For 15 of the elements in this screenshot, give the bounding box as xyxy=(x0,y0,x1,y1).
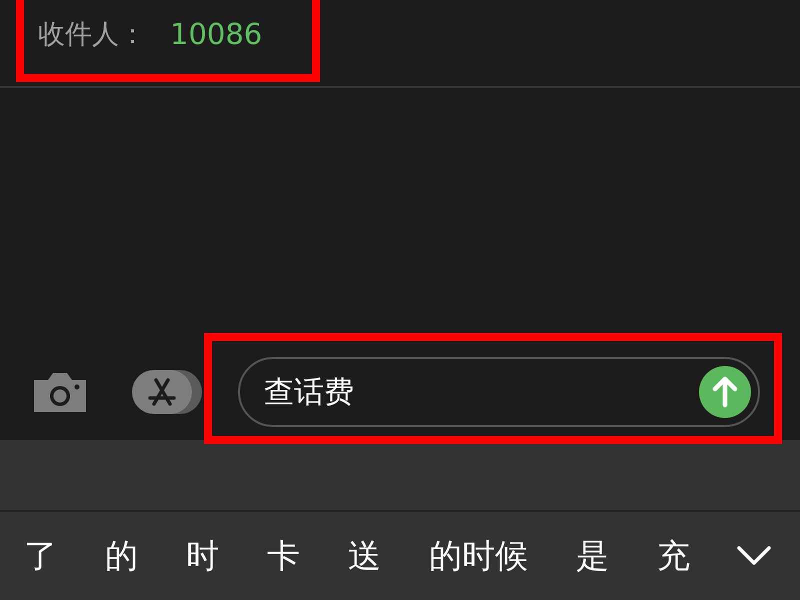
candidate-word[interactable]: 了 xyxy=(24,534,57,578)
candidate-word[interactable]: 时 xyxy=(186,534,219,578)
recipient-label: 收件人： xyxy=(38,18,146,52)
recipient-number[interactable]: 10086 xyxy=(170,17,262,51)
candidate-word[interactable]: 的时候 xyxy=(429,534,528,578)
candidate-word[interactable]: 卡 xyxy=(267,534,300,578)
candidate-word[interactable]: 充 xyxy=(657,534,690,578)
message-text: 查话费 xyxy=(264,374,354,412)
send-button[interactable] xyxy=(698,365,752,419)
message-field[interactable]: 查话费 xyxy=(238,357,760,427)
chevron-down-icon[interactable] xyxy=(736,545,772,567)
candidate-word[interactable]: 是 xyxy=(576,534,609,578)
candidate-word[interactable]: 送 xyxy=(348,534,381,578)
candidate-word[interactable]: 的 xyxy=(105,534,138,578)
app-store-icon[interactable] xyxy=(132,368,204,416)
